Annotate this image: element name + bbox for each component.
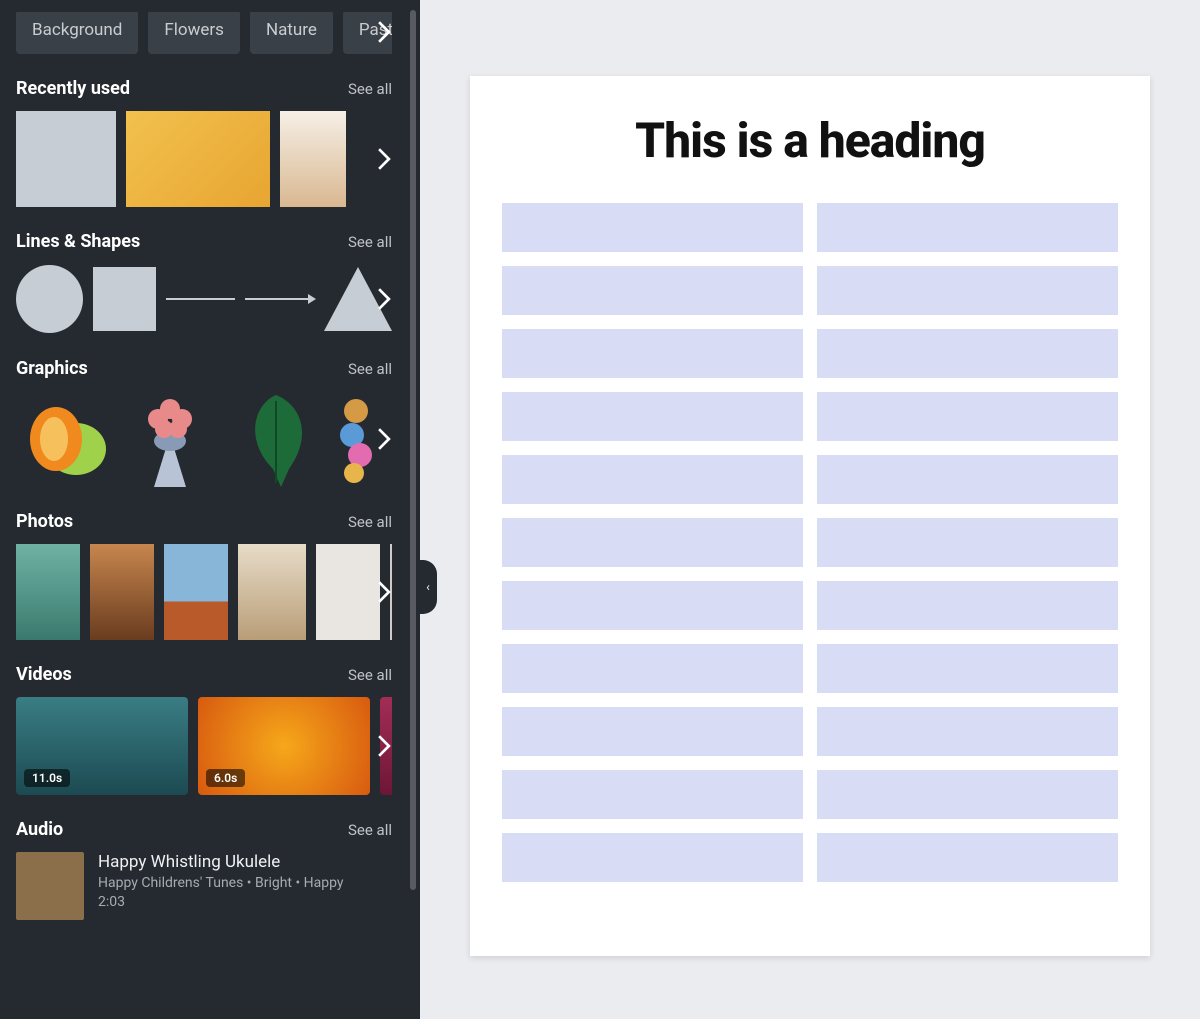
section-recently-used: Recently used See all bbox=[16, 78, 392, 207]
section-title: Recently used bbox=[16, 78, 130, 99]
video-duration: 11.0s bbox=[24, 769, 70, 787]
see-all-link[interactable]: See all bbox=[348, 80, 392, 98]
section-lines-shapes: Lines & Shapes See all bbox=[16, 231, 392, 334]
audio-duration: 2:03 bbox=[98, 893, 344, 912]
recent-item[interactable] bbox=[280, 111, 346, 207]
section-title: Graphics bbox=[16, 358, 88, 379]
table-cell[interactable] bbox=[817, 707, 1118, 756]
table-cell[interactable] bbox=[502, 203, 803, 252]
table-cell[interactable] bbox=[817, 392, 1118, 441]
video-item[interactable]: 11.0s bbox=[16, 697, 188, 795]
audio-item[interactable]: Happy Whistling Ukulele Happy Childrens'… bbox=[16, 852, 392, 920]
video-duration: 6.0s bbox=[206, 769, 245, 787]
table-cell[interactable] bbox=[502, 770, 803, 819]
shapes-scroll-right[interactable] bbox=[370, 285, 392, 313]
audio-subtitle: Happy Childrens' Tunes • Bright • Happy bbox=[98, 874, 344, 893]
photo-item[interactable] bbox=[164, 544, 228, 640]
see-all-link[interactable]: See all bbox=[348, 666, 392, 684]
see-all-link[interactable]: See all bbox=[348, 233, 392, 251]
videos-scroll-right[interactable] bbox=[370, 732, 392, 760]
section-title: Videos bbox=[16, 664, 72, 685]
section-audio: Audio See all Happy Whistling Ukulele Ha… bbox=[16, 819, 392, 920]
photo-item[interactable] bbox=[16, 544, 80, 640]
shape-line-icon[interactable] bbox=[166, 298, 235, 300]
audio-title: Happy Whistling Ukulele bbox=[98, 852, 344, 872]
shape-circle-icon[interactable] bbox=[16, 265, 83, 333]
design-page[interactable]: This is a heading bbox=[470, 76, 1150, 956]
shape-arrow-icon[interactable] bbox=[245, 298, 314, 300]
photos-scroll-right[interactable] bbox=[370, 578, 392, 606]
table-cell[interactable] bbox=[817, 581, 1118, 630]
table-cell[interactable] bbox=[817, 203, 1118, 252]
canvas-area[interactable]: This is a heading bbox=[420, 0, 1200, 1019]
recent-item[interactable] bbox=[16, 111, 116, 207]
section-title: Photos bbox=[16, 511, 73, 532]
table-cell[interactable] bbox=[502, 329, 803, 378]
table-cell[interactable] bbox=[817, 518, 1118, 567]
table-cell[interactable] bbox=[817, 833, 1118, 882]
graphic-item[interactable] bbox=[16, 391, 112, 487]
graphic-item[interactable] bbox=[228, 391, 324, 487]
see-all-link[interactable]: See all bbox=[348, 360, 392, 378]
see-all-link[interactable]: See all bbox=[348, 821, 392, 839]
table-cell[interactable] bbox=[502, 392, 803, 441]
table-cell[interactable] bbox=[502, 266, 803, 315]
video-item[interactable]: 6.0s bbox=[198, 697, 370, 795]
section-photos: Photos See all bbox=[16, 511, 392, 640]
page-heading[interactable]: This is a heading bbox=[502, 112, 1118, 169]
elements-panel: Background Flowers Nature Pastel b Recen… bbox=[0, 0, 420, 1019]
audio-thumbnail bbox=[16, 852, 84, 920]
recent-item[interactable] bbox=[126, 111, 270, 207]
collapse-panel-button[interactable]: ‹ bbox=[419, 560, 437, 614]
section-videos: Videos See all 11.0s 6.0s bbox=[16, 664, 392, 795]
photo-item[interactable] bbox=[238, 544, 306, 640]
category-chips-row: Background Flowers Nature Pastel b bbox=[16, 12, 392, 54]
table-cell[interactable] bbox=[502, 455, 803, 504]
chip-nature[interactable]: Nature bbox=[250, 12, 333, 54]
chip-background[interactable]: Background bbox=[16, 12, 138, 54]
chip-flowers[interactable]: Flowers bbox=[148, 12, 240, 54]
graphic-item[interactable] bbox=[122, 391, 218, 487]
recent-scroll-right[interactable] bbox=[370, 145, 392, 173]
chips-scroll-right[interactable] bbox=[370, 18, 392, 46]
table-cell[interactable] bbox=[817, 644, 1118, 693]
table-cell[interactable] bbox=[817, 266, 1118, 315]
table-cell[interactable] bbox=[502, 833, 803, 882]
section-graphics: Graphics See all bbox=[16, 358, 392, 487]
section-title: Lines & Shapes bbox=[16, 231, 140, 252]
graphics-scroll-right[interactable] bbox=[370, 425, 392, 453]
table-cell[interactable] bbox=[502, 518, 803, 567]
shape-square-icon[interactable] bbox=[93, 267, 156, 331]
table-cell[interactable] bbox=[502, 707, 803, 756]
table-cell[interactable] bbox=[502, 581, 803, 630]
table-cell[interactable] bbox=[817, 455, 1118, 504]
table-cell[interactable] bbox=[817, 329, 1118, 378]
see-all-link[interactable]: See all bbox=[348, 513, 392, 531]
table-cell[interactable] bbox=[502, 644, 803, 693]
section-title: Audio bbox=[16, 819, 63, 840]
chevron-left-icon: ‹ bbox=[426, 580, 430, 594]
table-cell[interactable] bbox=[817, 770, 1118, 819]
photo-item[interactable] bbox=[90, 544, 154, 640]
